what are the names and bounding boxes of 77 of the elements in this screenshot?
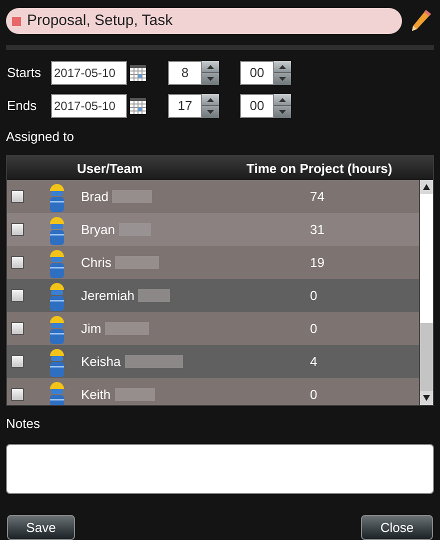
column-header: User/Team: [77, 160, 143, 178]
down-arrow-icon: [207, 77, 214, 82]
up-arrow-icon: [207, 64, 214, 69]
scrollbar[interactable]: [419, 180, 433, 405]
user-name: Brad: [81, 188, 108, 206]
checkbox[interactable]: [11, 289, 24, 302]
user-name: Keith: [81, 386, 111, 404]
number-field[interactable]: 00: [240, 60, 274, 85]
hours-value: 31: [310, 221, 324, 240]
column-header: Time on Project (hours): [246, 160, 392, 178]
hours-value: 74: [310, 188, 324, 206]
person-icon: [48, 380, 66, 405]
section-label: Notes: [5, 414, 41, 433]
redacted-bar: [124, 355, 183, 368]
up-arrow-icon: [279, 64, 286, 69]
redacted-bar: [138, 289, 170, 302]
up-arrow-button[interactable]: [202, 94, 219, 106]
calendar-icon[interactable]: [130, 64, 146, 81]
person-icon: [48, 280, 66, 311]
table-row[interactable]: Jeremiah 0: [7, 279, 419, 312]
redacted-bar: [114, 388, 155, 402]
up-arrow-icon: [207, 98, 214, 102]
down-arrow-button[interactable]: [202, 73, 219, 85]
redacted-bar: [105, 322, 150, 336]
person-icon: [48, 182, 66, 212]
person-icon: [48, 248, 66, 278]
table-row[interactable]: Jim 0: [7, 312, 419, 346]
hours-value: 0: [310, 320, 318, 338]
up-arrow-button[interactable]: [202, 60, 219, 74]
table-row[interactable]: Brad 74: [7, 180, 419, 214]
checkbox[interactable]: [11, 322, 24, 336]
table-row[interactable]: Keisha 4: [7, 345, 419, 378]
up-arrow-button[interactable]: [274, 94, 291, 106]
notes-field[interactable]: [6, 444, 434, 494]
date-field[interactable]: 2017-05-10: [51, 60, 127, 85]
save-button[interactable]: Save: [7, 515, 75, 540]
table-row[interactable]: Chris 19: [7, 246, 419, 280]
user-name: Bryan: [81, 221, 115, 240]
down-arrow-button[interactable]: [202, 106, 219, 118]
pencil-icon[interactable]: [410, 9, 432, 33]
table-row[interactable]: Keith 0: [7, 378, 419, 405]
user-name: Jim: [81, 320, 102, 338]
number-field[interactable]: 00: [240, 94, 274, 118]
down-arrow-button[interactable]: [274, 106, 291, 118]
user-name: Keisha: [81, 353, 121, 372]
hours-value: 4: [310, 353, 318, 372]
hours-value: 19: [310, 254, 324, 272]
field-label: Ends: [6, 97, 38, 116]
hours-value: 0: [310, 386, 318, 404]
user-name: Chris: [81, 254, 112, 272]
checkbox[interactable]: [11, 223, 24, 236]
redacted-bar: [112, 190, 152, 204]
down-arrow-button[interactable]: [274, 73, 291, 85]
down-arrow-icon: [279, 77, 286, 82]
title-text: Proposal, Setup, Task: [27, 10, 173, 31]
hours-value: 0: [310, 287, 318, 306]
field-label: Starts: [6, 64, 42, 82]
number-field[interactable]: 17: [168, 94, 202, 118]
down-arrow-icon: [207, 110, 214, 114]
redacted-bar: [115, 256, 160, 270]
up-arrow-icon: [279, 98, 286, 102]
person-icon: [48, 314, 66, 344]
checkbox[interactable]: [11, 388, 24, 402]
checkbox[interactable]: [11, 355, 24, 368]
table-row[interactable]: Bryan 31: [7, 213, 419, 246]
section-label: Assigned to: [5, 128, 75, 146]
checkbox[interactable]: [11, 256, 24, 270]
person-icon: [48, 346, 66, 377]
user-name: Jeremiah: [81, 287, 134, 306]
person-icon: [48, 214, 66, 245]
date-field[interactable]: 2017-05-10: [51, 94, 127, 118]
calendar-icon[interactable]: [130, 98, 146, 114]
up-arrow-button[interactable]: [274, 60, 291, 74]
close-button[interactable]: Close: [361, 515, 433, 540]
number-field[interactable]: 8: [168, 60, 202, 85]
checkbox[interactable]: [11, 190, 24, 204]
down-arrow-icon: [279, 110, 286, 114]
